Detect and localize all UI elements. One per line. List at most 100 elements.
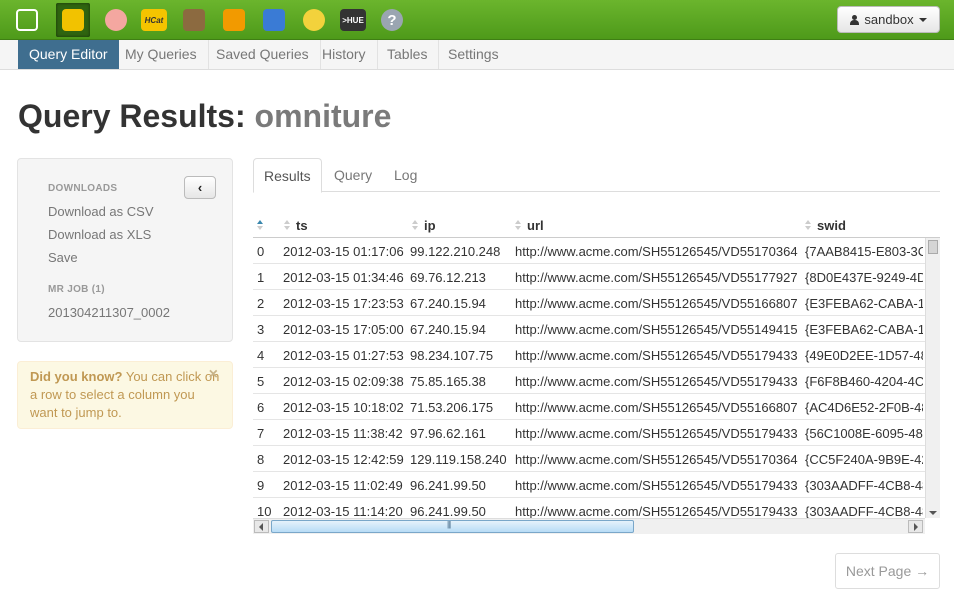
scroll-right-arrow-icon[interactable] (908, 520, 923, 533)
cell-ts: 2012-03-15 11:14:20 (283, 504, 403, 518)
page-title: Query Results: omniture (18, 98, 391, 135)
cell-ts: 2012-03-15 02:09:38 (283, 374, 404, 389)
download-xls-link[interactable]: Download as XLS (48, 227, 151, 242)
nav-my-queries[interactable]: My Queries (114, 40, 209, 69)
cell-ip: 98.234.107.75 (410, 348, 494, 363)
cell-ip: 99.122.210.248 (410, 244, 501, 259)
table-header: ts ip url swid (253, 212, 940, 238)
cell-ts: 2012-03-15 17:05:00 (283, 322, 404, 337)
table-row[interactable]: 5 2012-03-15 02:09:38 75.85.165.38 http://w… (253, 368, 925, 394)
top-app-bar: HCat >HUE? sandbox (0, 0, 954, 40)
beeswax-icon[interactable] (56, 3, 90, 37)
table-row[interactable]: 10 2012-03-15 11:14:20 96.241.99.50 http://… (253, 498, 925, 518)
row-number: 3 (257, 322, 265, 337)
column-header-ts[interactable]: ts (284, 218, 308, 233)
chevron-left-icon: ‹ (197, 180, 203, 195)
page-title-prefix: Query Results: (18, 98, 246, 134)
table-row[interactable]: 6 2012-03-15 10:18:02 71.53.206.175 http://… (253, 394, 925, 420)
table-row[interactable]: 0 2012-03-15 01:17:06 99.122.210.248 http:/… (253, 238, 925, 264)
pig-icon[interactable] (99, 3, 133, 37)
cell-ip: 71.53.206.175 (410, 400, 494, 415)
table-row[interactable]: 3 2012-03-15 17:05:00 67.240.15.94 http://w… (253, 316, 925, 342)
column-header-url[interactable]: url (515, 218, 544, 233)
cell-ip: 97.96.62.161 (410, 426, 486, 441)
cell-swid: {303AADFF-4CB8-48 (805, 478, 923, 493)
save-link[interactable]: Save (48, 250, 78, 265)
job-browser-icon[interactable] (297, 3, 331, 37)
cell-ip: 75.85.165.38 (410, 374, 486, 389)
oozie-icon[interactable] (257, 3, 291, 37)
row-number: 7 (257, 426, 265, 441)
shell-icon[interactable]: >HUE (336, 3, 370, 37)
file-browser-icon[interactable] (177, 3, 211, 37)
tab-results[interactable]: Results (253, 158, 322, 193)
table-row[interactable]: 1 2012-03-15 01:34:46 69.76.12.213 http://w… (253, 264, 925, 290)
horizontal-scrollbar[interactable] (253, 518, 925, 534)
column-label: url (527, 218, 544, 233)
table-row[interactable]: 8 2012-03-15 12:42:59 129.119.158.240 http:… (253, 446, 925, 472)
cell-ip: 67.240.15.94 (410, 296, 486, 311)
file-browser-icon-glyph (183, 9, 205, 31)
did-you-know-alert: × Did you know? You can click on a row t… (17, 361, 233, 429)
table-row[interactable]: 4 2012-03-15 01:27:53 98.234.107.75 http://… (253, 342, 925, 368)
table-row[interactable]: 9 2012-03-15 11:02:49 96.241.99.50 http://w… (253, 472, 925, 498)
column-header-ip[interactable]: ip (412, 218, 436, 233)
mr-job-link[interactable]: 201304211307_0002 (48, 305, 170, 320)
next-page-button[interactable]: Next Page → (835, 553, 940, 589)
cell-url: http://www.acme.com/SH55126545/VD5516680… (515, 296, 798, 311)
help-icon[interactable]: ? (375, 3, 409, 37)
tip-title: Did you know? (30, 369, 123, 384)
vertical-scrollbar[interactable] (925, 238, 940, 518)
horizontal-scroll-thumb[interactable] (271, 520, 634, 533)
cell-url: http://www.acme.com/SH55126545/VD5517943… (515, 426, 798, 441)
column-header-swid[interactable]: swid (805, 218, 846, 233)
row-number: 4 (257, 348, 265, 363)
nav-saved-queries[interactable]: Saved Queries (205, 40, 321, 69)
tab-log[interactable]: Log (384, 158, 427, 192)
tab-query[interactable]: Query (324, 158, 382, 192)
collapse-sidebar-button[interactable]: ‹ (184, 176, 216, 199)
cell-url: http://www.acme.com/SH55126545/VD5517036… (515, 452, 798, 467)
sort-icon (515, 220, 521, 231)
column-label: ip (424, 218, 436, 233)
row-number: 8 (257, 452, 265, 467)
nav-query-editor[interactable]: Query Editor (18, 40, 119, 69)
cell-swid: {E3FEBA62-CABA-1 (805, 322, 923, 337)
cell-swid: {E3FEBA62-CABA-1 (805, 296, 923, 311)
cell-url: http://www.acme.com/SH55126545/VD5517943… (515, 478, 798, 493)
cell-url: http://www.acme.com/SH55126545/VD5516680… (515, 400, 798, 415)
user-menu-button[interactable]: sandbox (837, 6, 940, 33)
cell-ts: 2012-03-15 01:34:46 (283, 270, 404, 285)
cell-ip: 67.240.15.94 (410, 322, 486, 337)
cell-ts: 2012-03-15 01:17:06 (283, 244, 404, 259)
table-row[interactable]: 2 2012-03-15 17:23:53 67.240.15.94 http://w… (253, 290, 925, 316)
download-csv-link[interactable]: Download as CSV (48, 204, 154, 219)
sub-navigation: Query Editor My Queries Saved Queries Hi… (0, 40, 954, 70)
column-label: swid (817, 218, 846, 233)
results-table: ts ip url swid 0 2012-03-15 01:17:06 99.12… (253, 212, 940, 534)
scroll-down-arrow-icon[interactable] (929, 511, 937, 515)
cell-swid: {8D0E437E-9249-4D (805, 270, 923, 285)
nav-history[interactable]: History (311, 40, 378, 69)
hcat-icon[interactable]: HCat (137, 3, 171, 37)
nav-settings[interactable]: Settings (437, 40, 510, 69)
nav-tables[interactable]: Tables (376, 40, 440, 69)
downloads-header: DOWNLOADS (48, 183, 118, 194)
cell-swid: {7AAB8415-E803-3C (805, 244, 923, 259)
job-designer-icon-glyph (223, 9, 245, 31)
cell-swid: {49E0D2EE-1D57-48 (805, 348, 923, 363)
scroll-left-arrow-icon[interactable] (254, 520, 269, 533)
cell-ts: 2012-03-15 12:42:59 (283, 452, 404, 467)
vertical-scroll-thumb[interactable] (928, 240, 938, 254)
user-name: sandbox (864, 12, 914, 27)
beeswax-icon-glyph (62, 9, 84, 31)
row-number-header[interactable] (257, 218, 269, 233)
table-body: 0 2012-03-15 01:17:06 99.122.210.248 http:/… (253, 238, 925, 518)
close-icon[interactable]: × (209, 366, 218, 384)
table-row[interactable]: 7 2012-03-15 11:38:42 97.96.62.161 http://w… (253, 420, 925, 446)
job-designer-icon[interactable] (217, 3, 251, 37)
hue-logo-icon-glyph (16, 9, 38, 31)
hue-logo-icon[interactable] (10, 3, 44, 37)
row-number: 2 (257, 296, 265, 311)
cell-url: http://www.acme.com/SH55126545/VD5517943… (515, 504, 798, 518)
